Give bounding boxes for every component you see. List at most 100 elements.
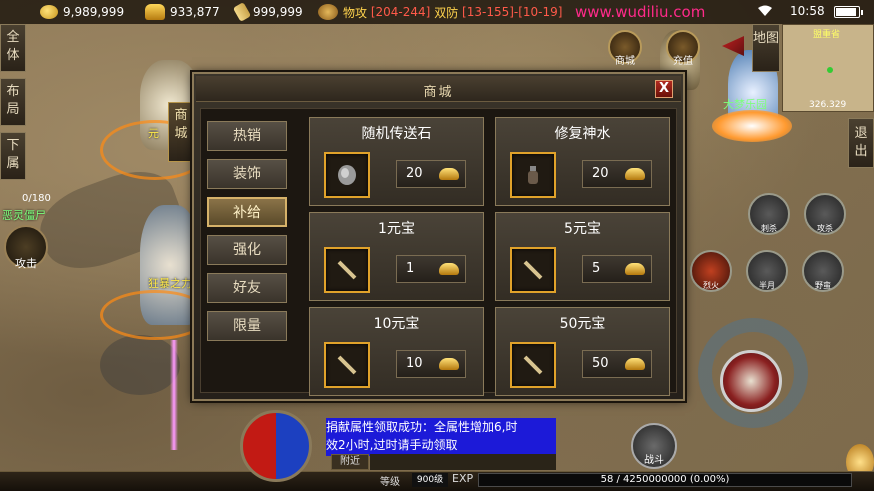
recharge-label: 充值	[673, 56, 693, 67]
skill-label-3: 烈火	[703, 281, 719, 290]
shop-item-card[interactable]: 随机传送石 20	[309, 117, 484, 206]
item-name: 随机传送石	[361, 126, 432, 142]
item-name: 1元宝	[378, 221, 415, 237]
chat-input-area[interactable]	[370, 454, 556, 470]
recharge-button[interactable]: 充值	[666, 30, 700, 67]
target-hp: 0/180	[22, 193, 51, 204]
item-price: 10	[406, 356, 423, 371]
shop-body: 热销 装饰 补给 强化 好友 限量 随机传送石 20 修复神水 20 1元宝 1…	[200, 108, 677, 396]
gold-coin-icon	[40, 5, 58, 19]
tab-supply[interactable]: 补给	[207, 197, 287, 227]
layout-label: 布局	[6, 84, 20, 117]
lion-icon	[318, 4, 338, 20]
item-name: 50元宝	[559, 316, 606, 332]
shop-item-card[interactable]: 5元宝 5	[495, 212, 670, 301]
chat-all-button[interactable]: 全体	[0, 24, 26, 72]
scroll-icon	[523, 260, 543, 280]
npc-aura	[712, 110, 792, 142]
pink-beam	[170, 340, 178, 450]
scroll-icon	[523, 355, 543, 375]
item-slot[interactable]	[510, 342, 556, 388]
scroll-icon	[337, 355, 357, 375]
chat-all-label: 全体	[6, 30, 20, 63]
item-price: 5	[592, 261, 601, 276]
skill-slot-1[interactable]: 刺杀	[748, 193, 790, 235]
skill-label-1: 刺杀	[761, 224, 777, 233]
buy-button[interactable]: 5	[582, 255, 652, 283]
close-button[interactable]: X	[655, 80, 673, 98]
chat-tab-nearby[interactable]: 附近	[331, 454, 369, 470]
shop-item-card[interactable]: 50元宝 50	[495, 307, 670, 396]
ground-shadow	[100, 335, 180, 395]
item-slot[interactable]	[324, 342, 370, 388]
ingot-icon	[625, 168, 645, 180]
item-name: 修复神水	[554, 126, 611, 142]
level-label: 等级	[380, 477, 400, 488]
shop-vertical-tab-label: 商城	[174, 108, 188, 141]
npc-name: 大梦乐园	[723, 98, 767, 111]
watermark-text: www.wudiliu.com	[575, 3, 706, 21]
skill-label-5: 野蛮	[815, 281, 831, 290]
map-label: 地图	[753, 31, 780, 46]
level-value: 900级	[412, 473, 448, 487]
stone-icon	[338, 165, 356, 185]
skill-label-2: 攻杀	[817, 224, 833, 233]
buy-button[interactable]: 20	[396, 160, 466, 188]
shop-item-card[interactable]: 10元宝 10	[309, 307, 484, 396]
exit-label: 退出	[854, 126, 868, 159]
ingot-icon	[625, 263, 645, 275]
skill-slot-4[interactable]: 半月	[746, 250, 788, 292]
attack-range: [204-244]	[370, 5, 431, 19]
tab-decor[interactable]: 装饰	[207, 159, 287, 189]
shop-shortcut-label: 商城	[615, 56, 635, 67]
subordinate-button[interactable]: 下属	[0, 132, 26, 180]
skill-slot-5[interactable]: 野蛮	[802, 250, 844, 292]
character-name-2: 狂暴之力	[148, 277, 192, 290]
clock: 10:58	[790, 4, 825, 18]
main-skill-button[interactable]	[720, 350, 782, 412]
exp-bar: 58 / 4250000000 (0.00%)	[478, 473, 852, 487]
shop-shortcut-button[interactable]: 商城	[608, 30, 642, 67]
shop-window: 商城 X 热销 装饰 补给 强化 好友 限量 随机传送石 20 修复神水 20	[192, 72, 685, 401]
attack-button[interactable]: 攻击	[4, 225, 48, 270]
ingot-icon	[439, 358, 459, 370]
tab-hot[interactable]: 热销	[207, 121, 287, 151]
skill-slot-2[interactable]: 攻杀	[804, 193, 846, 235]
character-name-1: 元	[148, 127, 159, 140]
shop-item-card[interactable]: 1元宝 1	[309, 212, 484, 301]
gold-value: 9,989,999	[63, 5, 125, 19]
ingot-icon	[625, 358, 645, 370]
item-price: 1	[406, 261, 415, 276]
item-slot[interactable]	[324, 152, 370, 198]
buy-button[interactable]: 10	[396, 350, 466, 378]
buy-button[interactable]: 50	[582, 350, 652, 378]
minimap-name: 盟重省	[813, 30, 841, 40]
layout-button[interactable]: 布局	[0, 78, 26, 126]
chat-line-2: 效2小时,过时请手动领取	[326, 438, 458, 452]
buy-button[interactable]: 1	[396, 255, 466, 283]
defense-label: 双防	[434, 5, 459, 20]
item-slot[interactable]	[510, 152, 556, 198]
battery-icon	[834, 6, 863, 18]
subordinate-label: 下属	[6, 138, 20, 171]
shop-item-card[interactable]: 修复神水 20	[495, 117, 670, 206]
minimap[interactable]: 盟重省 326.329	[782, 24, 874, 112]
ingot-icon	[439, 168, 459, 180]
skill-slot-3[interactable]: 烈火	[690, 250, 732, 292]
item-slot[interactable]	[510, 247, 556, 293]
tab-limited[interactable]: 限量	[207, 311, 287, 341]
minimap-coord: 326.329	[809, 100, 847, 110]
buy-button[interactable]: 20	[582, 160, 652, 188]
wifi-icon	[758, 5, 772, 16]
item-slot[interactable]	[324, 247, 370, 293]
battle-mode-button[interactable]: 战斗	[631, 423, 677, 469]
status-bar: 9,989,999 933,877 999,999 物攻 [204-244] 双…	[0, 0, 874, 24]
shop-vertical-tab[interactable]: 商城	[168, 102, 194, 162]
defense-range: [13-155]-[10-19]	[462, 5, 563, 19]
exit-button[interactable]: 退出	[848, 118, 874, 168]
attack-stats: 物攻 [204-244] 双防 [13-155]-[10-19]	[318, 0, 562, 24]
battle-mode-label: 战斗	[644, 455, 664, 466]
tab-enhance[interactable]: 强化	[207, 235, 287, 265]
tab-friends[interactable]: 好友	[207, 273, 287, 303]
map-button[interactable]: 地图	[752, 24, 780, 72]
